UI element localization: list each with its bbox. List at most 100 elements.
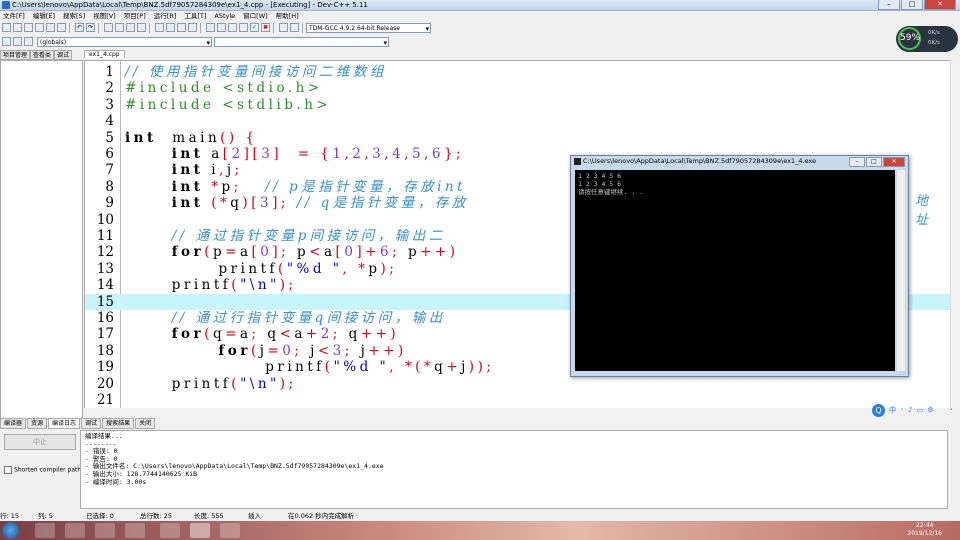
compiler-select[interactable]: TDM-GCC 4.9.2 64-bit Release <box>306 22 431 34</box>
console-line: 1 2 3 4 5 6 <box>578 180 622 188</box>
tab-close[interactable]: 关闭 <box>135 418 156 429</box>
code-text: for(j=0; j<3; j++) <box>218 342 407 359</box>
scope-select[interactable]: (globals) <box>37 36 212 48</box>
class-browser-icon[interactable] <box>24 37 33 46</box>
save-all-icon[interactable] <box>35 23 44 32</box>
tab-resources[interactable]: 资源 <box>27 418 48 429</box>
code-text: // 使用指针变量间接访问二维数组 <box>125 64 387 80</box>
tab-compile-log[interactable]: 编译日志 <box>48 418 81 429</box>
class-toolbar: (globals) <box>0 35 960 48</box>
log-line: - 错误: 0 <box>85 447 118 456</box>
find-next-icon[interactable] <box>126 23 135 32</box>
app-icon <box>2 1 10 9</box>
member-select[interactable] <box>214 36 389 48</box>
ime-menu-icon[interactable]: ⚙ <box>927 406 933 414</box>
title-bar: C:\Users\lenovo\AppData\Local\Temp\BNZ.5… <box>0 0 960 11</box>
ime-lang[interactable]: 中 <box>889 405 896 415</box>
editor-vertical-scrollbar[interactable] <box>950 60 960 408</box>
code-line[interactable]: 4 <box>85 113 951 129</box>
save-icon[interactable] <box>24 23 33 32</box>
indent-icon[interactable] <box>155 23 164 32</box>
code-line[interactable]: 20 printf("\n"); <box>85 376 951 392</box>
taskbar-explorer-icon[interactable] <box>35 523 55 538</box>
compile-icon[interactable] <box>206 23 215 32</box>
open-file-icon[interactable] <box>13 23 22 32</box>
minimize-button[interactable]: – <box>878 0 900 10</box>
tab-debug[interactable]: 调试 <box>54 50 73 60</box>
new-file-icon[interactable] <box>2 23 11 32</box>
download-speed: 0K/s <box>928 40 940 46</box>
rebuild-icon[interactable] <box>239 23 248 32</box>
line-number: 4 <box>105 113 114 130</box>
taskbar-console-icon[interactable] <box>220 523 240 538</box>
console-window[interactable]: C:\Users\lenovo\AppData\Local\Temp\BNZ.5… <box>570 155 909 377</box>
toggle-comment-icon[interactable] <box>177 23 186 32</box>
menu-help[interactable]: 帮助[H] <box>276 11 299 21</box>
forward-icon[interactable] <box>13 37 22 46</box>
check-icon[interactable]: ✓ <box>250 23 259 32</box>
print-icon[interactable] <box>57 23 66 32</box>
bookmark-icon[interactable] <box>188 23 197 32</box>
file-tab[interactable]: ex1_4.cpp <box>84 50 125 58</box>
tab-project[interactable]: 项目管理 <box>0 50 31 60</box>
shorten-paths-checkbox[interactable] <box>4 466 12 474</box>
console-maximize-button[interactable]: □ <box>866 157 882 167</box>
code-text: printf("%d ", *(*q+j)); <box>125 359 495 376</box>
compile-log: 编译结果... -------- - 错误: 0- 警告: 0- 输出文件名: C:… <box>80 430 948 509</box>
console-scrollbar[interactable] <box>897 170 905 371</box>
menu-edit[interactable]: 编辑[E] <box>33 11 55 21</box>
code-text: printf("\n"); <box>125 375 297 392</box>
code-line[interactable]: 21 <box>85 392 951 408</box>
ime-keyboard-icon[interactable]: ▭ <box>917 406 924 414</box>
code-line[interactable]: 1 // 使用指针变量间接访问二维数组 <box>85 64 951 80</box>
taskbar-app-icon[interactable] <box>160 523 180 538</box>
editor-horizontal-scrollbar[interactable] <box>84 408 950 417</box>
code-line[interactable]: 2 #include <stdio.h> <box>85 80 951 96</box>
close-button[interactable]: ✕ <box>924 0 956 10</box>
close-file-icon[interactable] <box>46 23 55 32</box>
compile-run-icon[interactable] <box>228 23 237 32</box>
replace-icon[interactable] <box>115 23 124 32</box>
taskbar-app-icon[interactable] <box>95 523 115 538</box>
performance-widget[interactable]: 59% 0K/s 0K/s <box>896 26 958 52</box>
unindent-icon[interactable] <box>166 23 175 32</box>
menu-file[interactable]: 文件[F] <box>3 11 25 21</box>
tab-compiler[interactable]: 编译器 <box>0 418 27 429</box>
menu-window[interactable]: 窗口[W] <box>243 11 268 21</box>
clock[interactable]: 22:44 2019/12/16 <box>907 522 942 538</box>
tab-debug-output[interactable]: 调试 <box>81 418 102 429</box>
menu-project[interactable]: 项目[P] <box>124 11 146 21</box>
console-minimize-button[interactable]: – <box>849 157 865 167</box>
abort-button[interactable]: 中止 <box>4 434 76 450</box>
line-number: 7 <box>105 162 114 179</box>
menu-run[interactable]: 运行[R] <box>154 11 177 21</box>
ime-punct-icon[interactable]: ◦ <box>900 406 904 414</box>
menu-search[interactable]: 搜索[S] <box>63 11 85 21</box>
code-line[interactable]: 3 #include <stdlib.h> <box>85 97 951 113</box>
debug-icon[interactable] <box>279 23 288 32</box>
line-number: 17 <box>96 326 114 343</box>
taskbar-media-icon[interactable] <box>65 523 85 538</box>
menu-astyle[interactable]: AStyle <box>214 11 235 21</box>
find-icon[interactable] <box>104 23 113 32</box>
stop-icon[interactable]: ✖ <box>261 23 270 32</box>
menu-view[interactable]: 视图[V] <box>93 11 116 21</box>
redo-icon[interactable]: ↷ <box>86 23 95 32</box>
taskbar-app-icon[interactable] <box>125 523 145 538</box>
console-close-button[interactable]: ✕ <box>883 157 905 167</box>
maximize-button[interactable]: □ <box>901 0 923 10</box>
run-icon[interactable] <box>217 23 226 32</box>
menu-tools[interactable]: 工具[T] <box>184 11 206 21</box>
back-icon[interactable] <box>2 37 11 46</box>
tab-search-results[interactable]: 搜索结果 <box>102 418 135 429</box>
undo-icon[interactable]: ↶ <box>75 23 84 32</box>
code-line[interactable]: 5 int main() { <box>85 130 951 146</box>
ime-toolbar[interactable]: Q 中 ◦ ♪ ▭ ⚙ <box>872 403 950 417</box>
tab-classes[interactable]: 查看类 <box>30 50 55 60</box>
goto-icon[interactable] <box>137 23 146 32</box>
ime-mic-icon[interactable]: ♪ <box>908 406 912 414</box>
chart-icon[interactable] <box>290 23 299 32</box>
taskbar-devcpp-icon[interactable] <box>190 523 210 538</box>
code-text: int main() { <box>125 129 258 146</box>
start-button[interactable] <box>2 522 19 539</box>
